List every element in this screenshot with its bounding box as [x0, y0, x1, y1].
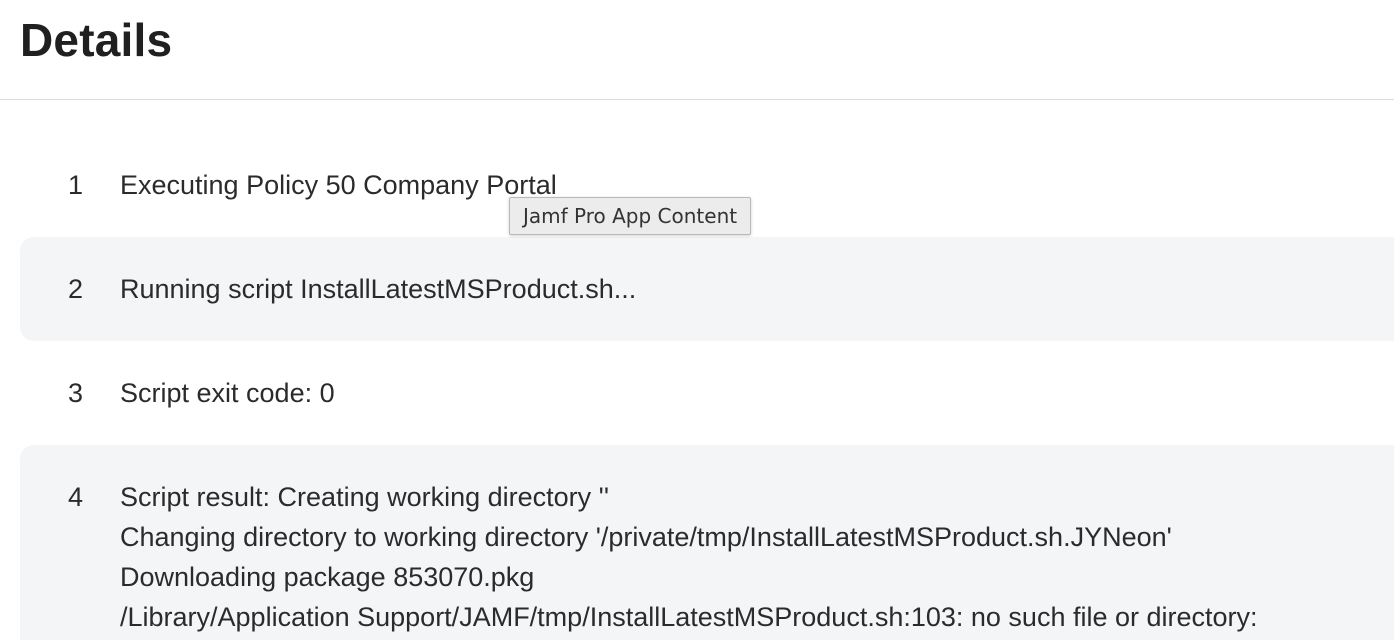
- page-header: Details: [0, 0, 1394, 100]
- line-number: 3: [68, 378, 84, 408]
- log-line-3: 3 Script exit code: 0: [20, 341, 1394, 445]
- log-line-2: 2 Running script InstallLatestMSProduct.…: [20, 237, 1394, 341]
- line-number: 2: [68, 274, 84, 304]
- log-line-4: 4 Script result: Creating working direct…: [20, 445, 1394, 640]
- line-number: 4: [68, 482, 84, 512]
- tooltip: Jamf Pro App Content: [509, 197, 752, 235]
- line-number: 1: [68, 170, 84, 200]
- log-line-text: Script exit code: 0: [120, 378, 335, 408]
- log-line-text: Executing Policy 50 Company Portal: [120, 170, 557, 200]
- details-page: Details 1 Executing Policy 50 Company Po…: [0, 0, 1394, 640]
- page-title: Details: [20, 14, 173, 66]
- log-line-text: Script result: Creating working director…: [120, 482, 1258, 632]
- log-line-text: Running script InstallLatestMSProduct.sh…: [120, 274, 637, 304]
